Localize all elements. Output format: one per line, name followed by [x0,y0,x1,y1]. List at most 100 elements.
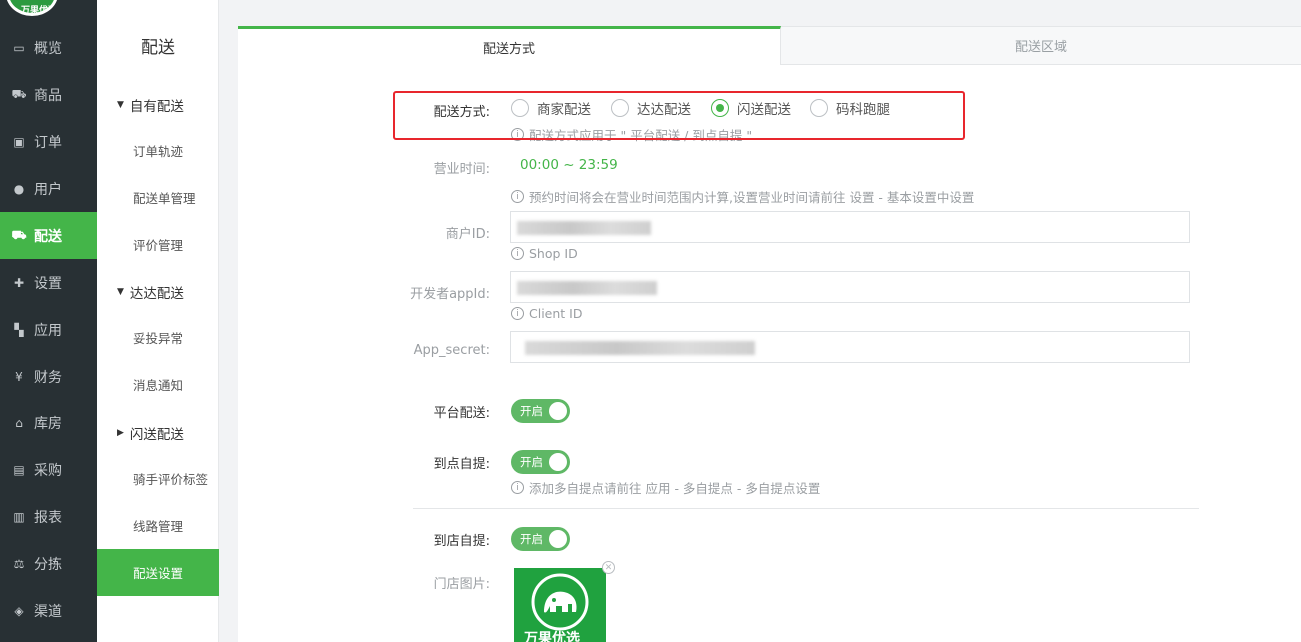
submenu-item-order-track[interactable]: 订单轨迹 [97,127,219,174]
nav-item-label: 财务 [34,369,62,386]
nav-item-label: 采购 [34,462,62,479]
tab-delivery-method[interactable]: 配送方式 [238,26,781,65]
users-icon: ● [13,181,25,196]
nav-item-label: 概览 [34,40,62,57]
nav-item-label: 商品 [34,87,62,104]
toggle-knob [549,453,567,471]
hint-text: Client ID [529,306,583,321]
merchant-id-hint: i Shop ID [511,246,578,261]
caret-down-icon: ▼ [117,100,124,110]
nav-item-delivery[interactable]: ⛟ 配送 [0,212,97,259]
bar-chart-icon: ▥ [13,509,25,524]
merchant-id-input[interactable] [510,211,1190,243]
submenu-group-label: 达达配送 [129,286,184,302]
toggle-label: 开启 [520,455,543,469]
order-icon: ▣ [13,134,25,149]
platform-delivery-toggle[interactable]: 开启 [511,399,570,423]
business-hours-value: 00:00 ~ 23:59 [520,157,618,173]
nav-item-purchase[interactable]: ▤ 采购 [0,446,97,493]
business-hours-hint: i 预约时间将会在营业时间范围内计算,设置营业时间请前往 设置 - 基本设置中设… [511,187,974,206]
nav-item-settings[interactable]: ✚ 设置 [0,259,97,306]
remove-image-icon[interactable]: ✕ [602,561,615,574]
submenu-item-rider-tags[interactable]: 骑手评价标签 [97,455,219,502]
nav-item-finance[interactable]: ¥ 财务 [0,353,97,400]
redacted-value [525,341,755,355]
truck-icon: ⛟ [11,227,27,242]
apps-icon: ▚ [14,322,24,337]
toggle-label: 开启 [520,404,543,418]
store-pickup-label: 到店自提: [433,534,490,549]
platform-delivery-label: 平台配送: [433,406,490,421]
nav-item-orders[interactable]: ▣ 订单 [0,118,97,165]
business-hours-label: 营业时间: [433,162,490,177]
nav-item-users[interactable]: ● 用户 [0,165,97,212]
submenu-group-label: 闪送配送 [129,427,184,443]
store-pickup-toggle[interactable]: 开启 [511,527,570,551]
delivery-submenu: 配送 ▼ 自有配送 订单轨迹 配送单管理 评价管理 ▼ 达达配送 妥投异常 消息… [97,0,219,642]
nav-item-warehouse[interactable]: ⌂ 库房 [0,399,97,446]
info-icon: i [511,247,524,260]
brand-logo[interactable]: 万果优选 [6,0,58,16]
submenu-group-shansong[interactable]: ▶ 闪送配送 [117,423,184,443]
nav-item-label: 分拣 [34,556,62,573]
hint-text: 添加多自提点请前往 应用 - 多自提点 - 多自提点设置 [529,481,821,496]
info-icon: i [511,190,524,203]
scale-icon: ⚖ [13,556,25,571]
nav-item-reports[interactable]: ▥ 报表 [0,493,97,540]
main-panel: 配送方式 配送区域 配送方式: 商家配送 达达配送 闪送配送 码科跑腿 i 配送… [238,26,1301,642]
app-id-hint: i Client ID [511,306,582,321]
pickup-point-toggle[interactable]: 开启 [511,450,570,474]
monitor-icon: ▭ [13,40,25,55]
puzzle-icon: ✚ [13,275,25,290]
submenu-item-message[interactable]: 消息通知 [97,361,219,408]
nav-item-apps[interactable]: ▚ 应用 [0,306,97,353]
highlight-box [393,91,965,140]
submenu-item-review-mgmt[interactable]: 评价管理 [97,221,219,268]
app-secret-input[interactable] [510,331,1190,363]
nav-item-goods[interactable]: ⛟ 商品 [0,71,97,118]
nav-item-label: 渠道 [34,603,62,620]
app-id-label: 开发者appId: [410,287,490,302]
cart-icon: ⛟ [11,86,27,101]
redacted-value [517,281,657,295]
nav-item-label: 报表 [34,509,62,526]
toggle-knob [549,530,567,548]
app-id-input[interactable] [510,271,1190,303]
pickup-point-label: 到点自提: [433,457,490,472]
submenu-group-label: 自有配送 [129,99,184,115]
nav-item-overview[interactable]: ▭ 概览 [0,24,97,71]
submenu-item-delivery-mgmt[interactable]: 配送单管理 [97,174,219,221]
nav-item-channels[interactable]: ◈ 渠道 [0,587,97,634]
store-image-label: 门店图片: [433,577,490,592]
toggle-knob [549,402,567,420]
nav-item-label: 用户 [34,181,62,198]
submenu-item-route-mgmt[interactable]: 线路管理 [97,502,219,549]
submenu-item-complaint[interactable]: 妥投异常 [97,314,219,361]
nav-item-label: 配送 [34,228,62,245]
hint-text: Shop ID [529,246,578,261]
nav-item-label: 设置 [34,275,62,292]
nav-item-sorting[interactable]: ⚖ 分拣 [0,540,97,587]
pickup-point-hint: i 添加多自提点请前往 应用 - 多自提点 - 多自提点设置 [511,478,820,497]
purchase-icon: ▤ [13,462,25,477]
section-divider [413,508,1199,509]
main-nav: 万果优选 ▭ 概览 ⛟ 商品 ▣ 订单 ● 用户 ⛟ 配送 ✚ 设置 ▚ 应用 … [0,0,97,642]
nav-item-label: 应用 [34,322,62,339]
tab-delivery-area[interactable]: 配送区域 [781,26,1301,65]
merchant-id-label: 商户ID: [445,227,490,242]
submenu-group-dada[interactable]: ▼ 达达配送 [117,282,184,302]
submenu-item-delivery-settings[interactable]: 配送设置 [97,549,219,596]
caret-right-icon: ▶ [117,428,124,438]
submenu-group-own-delivery[interactable]: ▼ 自有配送 [117,95,184,115]
submenu-title: 配送 [141,38,175,58]
store-image-thumbnail[interactable]: 万果优选 [514,568,606,642]
cube-icon: ◈ [14,603,24,618]
home-icon: ⌂ [15,415,23,430]
app-secret-label: App_secret: [413,343,490,358]
redacted-value [517,221,651,235]
hint-text: 预约时间将会在营业时间范围内计算,设置营业时间请前往 设置 - 基本设置中设置 [529,190,975,205]
store-logo-text: 万果优选 [524,631,580,642]
toggle-label: 开启 [520,532,543,546]
brand-logo-text: 万果优选 [21,6,58,16]
nav-item-label: 库房 [34,415,62,432]
